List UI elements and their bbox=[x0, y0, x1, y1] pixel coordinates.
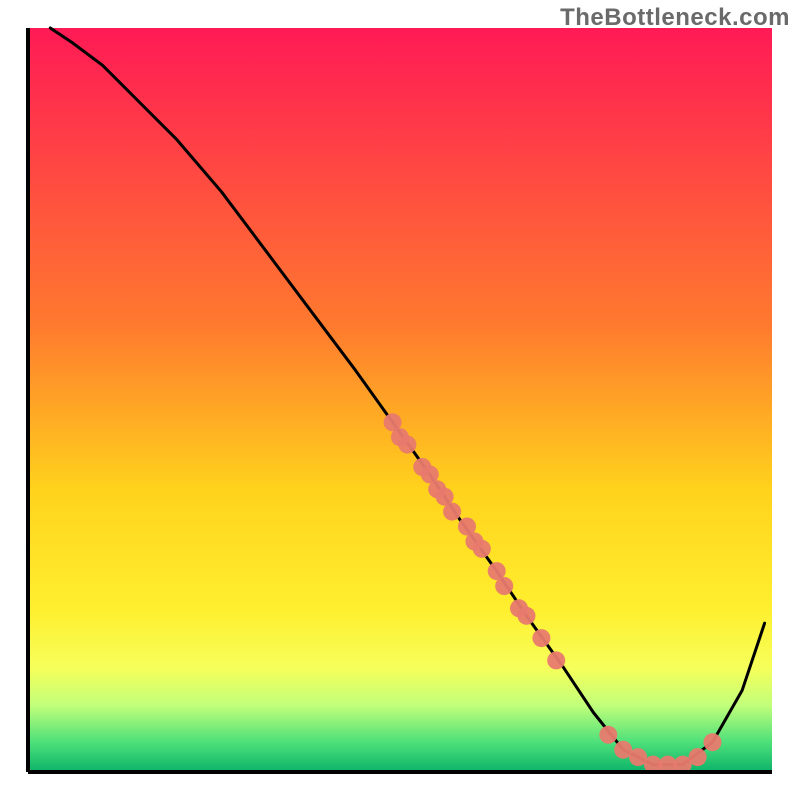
scatter-point bbox=[547, 651, 565, 669]
scatter-point bbox=[599, 726, 617, 744]
plot-area bbox=[28, 28, 772, 774]
scatter-point bbox=[518, 607, 536, 625]
chart-svg bbox=[0, 0, 800, 800]
scatter-point bbox=[473, 540, 491, 558]
gradient-background bbox=[28, 28, 772, 772]
scatter-point bbox=[689, 748, 707, 766]
scatter-point bbox=[532, 629, 550, 647]
scatter-point bbox=[443, 503, 461, 521]
watermark-text: TheBottleneck.com bbox=[560, 4, 790, 32]
scatter-point bbox=[495, 577, 513, 595]
scatter-point bbox=[398, 436, 416, 454]
bottleneck-chart: TheBottleneck.com bbox=[0, 0, 800, 800]
scatter-point bbox=[704, 733, 722, 751]
